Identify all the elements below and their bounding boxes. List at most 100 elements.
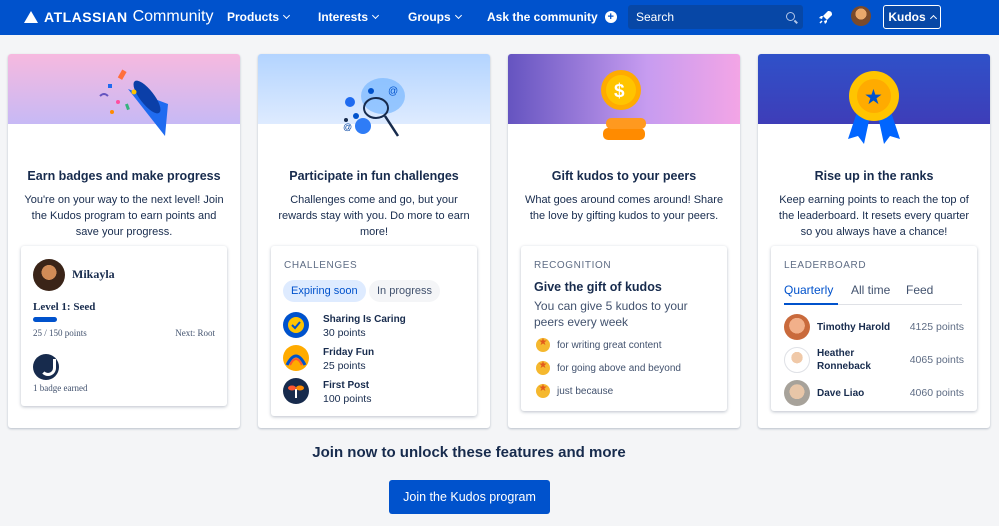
card-challenges: @ @ Participate in fun challenges Challe… [258, 54, 490, 428]
card-badges: Earn badges and make progress You're on … [8, 54, 240, 428]
leader-name: Timothy Harold [817, 322, 891, 333]
coins-icon: $ [601, 70, 646, 140]
chevron-down-icon [371, 11, 380, 20]
kudos-menu-button[interactable]: Kudos [883, 5, 941, 29]
tab-expiring-soon[interactable]: Expiring soon [283, 280, 366, 302]
star-badge-icon [536, 337, 550, 352]
leaderboard-row[interactable]: Dave Liao 4060 points [784, 380, 964, 408]
chevron-down-icon [454, 11, 462, 20]
badges-description: You're on your way to the next level! Jo… [24, 194, 224, 238]
star-badge-icon [536, 360, 550, 375]
challenges-panel: CHALLENGES Expiring soon In progress Sha… [271, 246, 477, 416]
community-name: Community [132, 8, 214, 25]
challenge-item[interactable]: Friday Fun 25 points [283, 345, 463, 373]
nav-products-label: Products [227, 10, 280, 24]
next-level: Next: Root [175, 328, 215, 338]
leaderboard-label: LEADERBOARD [784, 260, 867, 271]
leaderboard-panel: LEADERBOARD Quarterly All time Feed Timo… [771, 246, 977, 411]
challenges-label: CHALLENGES [284, 260, 358, 271]
leaderboard-row[interactable]: Timothy Harold 4125 points [784, 314, 964, 342]
friday-fun-badge-icon [283, 345, 309, 371]
kudos-reason-label: for writing great content [557, 339, 662, 351]
challenge-name: Sharing Is Caring [323, 314, 406, 325]
ranks-description: Keep earning points to reach the top of … [778, 194, 970, 238]
net-catching-icon: @ @ [343, 78, 405, 137]
nav-groups-label: Groups [408, 10, 451, 24]
nav-products[interactable]: Products [227, 10, 291, 24]
join-heading: Join now to unlock these features and mo… [312, 444, 626, 461]
tab-quarterly[interactable]: Quarterly [784, 283, 833, 297]
party-popper-icon [99, 69, 168, 136]
badges-banner [8, 54, 240, 136]
search-icon[interactable] [786, 12, 795, 21]
kudos-description: What goes around comes around! Share the… [524, 194, 724, 222]
card-kudos: $ Gift kudos to your peers What goes aro… [508, 54, 740, 428]
challenge-points: 30 points [323, 327, 366, 339]
card-ranks: ★ Rise up in the ranks Keep earning poin… [758, 54, 990, 428]
leaderboard-tabs: Quarterly All time Feed [784, 283, 962, 305]
badge-icon [33, 354, 59, 380]
challenge-item[interactable]: Sharing Is Caring 30 points [283, 312, 463, 340]
award-ribbon-icon: ★ [848, 71, 900, 144]
challenge-points: 25 points [323, 360, 366, 372]
nav-ask-community[interactable]: Ask the community + [487, 10, 617, 24]
chevron-up-icon [929, 14, 937, 23]
challenge-name: First Post [323, 380, 370, 391]
level-progress-bar [33, 317, 57, 322]
profile-points: 25 / 150 points [33, 328, 87, 338]
search-box[interactable] [628, 5, 803, 29]
gift-title: Give the gift of kudos [534, 280, 662, 294]
leader-name: Heather Ronneback [817, 348, 871, 372]
svg-text:$: $ [614, 81, 625, 102]
profile-avatar [33, 259, 65, 291]
tab-in-progress[interactable]: In progress [369, 280, 441, 302]
active-tab-indicator [784, 303, 838, 305]
leader-points: 4125 points [909, 321, 964, 333]
challenge-item[interactable]: First Post 100 points [283, 378, 463, 406]
star-badge-icon [536, 383, 550, 398]
leader-name: Dave Liao [817, 388, 865, 399]
recognition-label: RECOGNITION [534, 260, 612, 271]
badges-title: Earn badges and make progress [27, 169, 221, 183]
profile-level: Level 1: Seed [33, 301, 96, 313]
badges-earned: 1 badge earned [33, 383, 88, 393]
kudos-reason-label: for going above and beyond [557, 362, 681, 374]
challenge-name: Friday Fun [323, 347, 375, 358]
search-input[interactable] [636, 10, 776, 24]
brand-name: ATLASSIAN [44, 9, 128, 25]
atlassian-logo[interactable]: ATLASSIAN Community [24, 8, 213, 26]
tab-all-time[interactable]: All time [851, 283, 890, 297]
rocket-icon[interactable] [818, 9, 834, 25]
ranks-banner: ★ [758, 54, 990, 144]
kudos-banner: $ [508, 54, 740, 140]
recognition-panel: RECOGNITION Give the gift of kudos You c… [521, 246, 727, 411]
profile-name: Mikayla [72, 267, 115, 281]
atlassian-logo-icon [24, 11, 38, 23]
leader-avatar [784, 347, 810, 373]
leader-points: 4060 points [909, 387, 964, 399]
leader-points: 4065 points [909, 354, 964, 366]
gift-subtitle: You can give 5 kudos to your peers every… [534, 299, 688, 329]
profile-preview: Mikayla Level 1: Seed 25 / 150 points Ne… [21, 246, 227, 406]
tab-feed[interactable]: Feed [906, 283, 933, 297]
chevron-down-icon [282, 11, 291, 20]
user-avatar[interactable] [851, 6, 871, 26]
nav-interests[interactable]: Interests [318, 10, 380, 24]
kudos-reason: for going above and beyond [536, 360, 681, 375]
join-kudos-button[interactable]: Join the Kudos program [389, 480, 550, 514]
leaderboard-row[interactable]: Heather Ronneback 4065 points [784, 347, 964, 375]
kudos-reason: for writing great content [536, 337, 662, 352]
challenges-banner: @ @ [258, 54, 490, 137]
svg-text:@: @ [388, 86, 398, 97]
svg-text:★: ★ [864, 85, 883, 109]
leader-avatar [784, 380, 810, 406]
nav-groups[interactable]: Groups [408, 10, 462, 24]
challenges-description: Challenges come and go, but your rewards… [278, 194, 470, 238]
leader-avatar [784, 314, 810, 340]
level-progress-track [33, 317, 215, 322]
nav-ask-label: Ask the community [487, 10, 598, 24]
challenges-title: Participate in fun challenges [289, 169, 459, 183]
kudos-reason-label: just because [557, 385, 614, 397]
first-post-badge-icon [283, 378, 309, 404]
plus-circle-icon: + [604, 11, 617, 23]
